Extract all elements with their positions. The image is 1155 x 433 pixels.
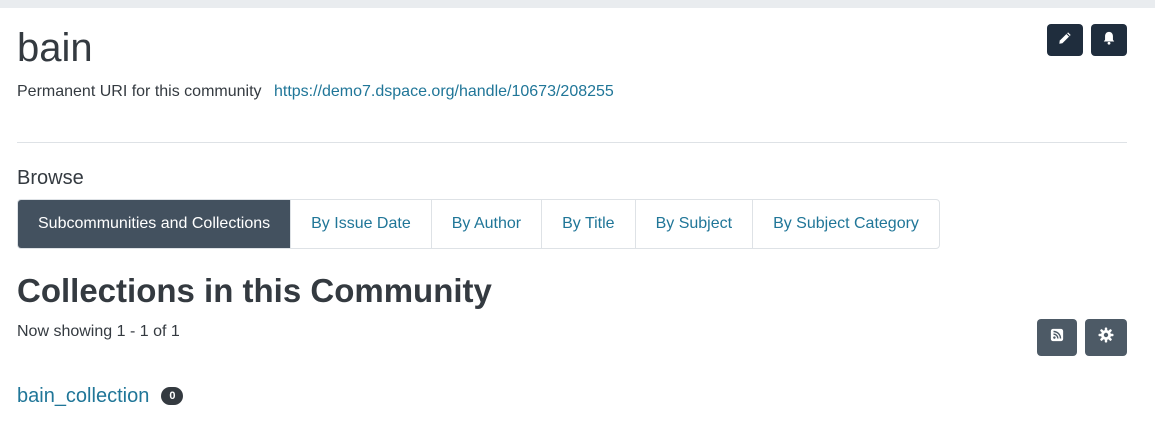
page-title: bain	[17, 26, 93, 70]
tab-by-author[interactable]: By Author	[430, 200, 541, 248]
bell-icon	[1102, 31, 1116, 50]
divider	[17, 142, 1127, 143]
browse-heading: Browse	[17, 167, 84, 189]
pencil-icon	[1058, 31, 1072, 50]
rss-icon	[1050, 328, 1064, 347]
permanent-uri: Permanent URI for this community https:/…	[17, 82, 614, 102]
list-item: bain_collection 0	[17, 384, 184, 408]
gear-icon	[1098, 327, 1114, 348]
top-bar	[0, 0, 1155, 8]
tab-subcommunities-and-collections[interactable]: Subcommunities and Collections	[18, 200, 291, 248]
item-count-badge: 0	[161, 387, 184, 405]
tab-by-subject-category[interactable]: By Subject Category	[752, 200, 939, 248]
edit-button[interactable]	[1047, 24, 1083, 56]
tab-by-issue-date[interactable]: By Issue Date	[290, 200, 431, 248]
collection-link[interactable]: bain_collection	[17, 384, 149, 408]
collections-heading: Collections in this Community	[17, 272, 492, 309]
settings-button[interactable]	[1085, 319, 1127, 356]
permanent-uri-label: Permanent URI for this community	[17, 83, 262, 100]
browse-tabs: Subcommunities and Collections By Issue …	[17, 199, 940, 249]
permanent-uri-link[interactable]: https://demo7.dspace.org/handle/10673/20…	[274, 83, 614, 100]
results-count: Now showing 1 - 1 of 1	[17, 323, 180, 340]
tab-by-subject[interactable]: By Subject	[634, 200, 752, 248]
tab-by-title[interactable]: By Title	[541, 200, 634, 248]
subscribe-button[interactable]	[1091, 24, 1127, 56]
rss-feed-button[interactable]	[1037, 319, 1077, 356]
